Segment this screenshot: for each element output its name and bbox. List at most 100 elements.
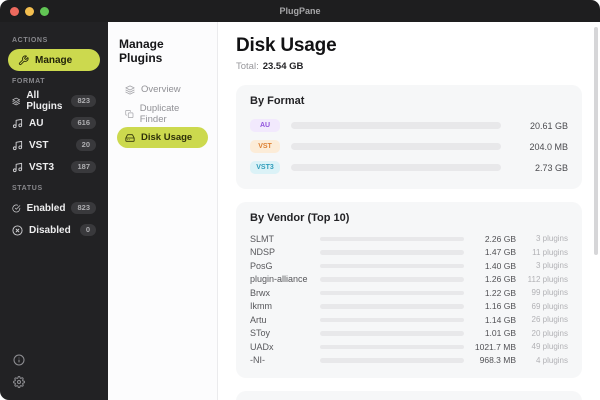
layers-icon [125,84,135,95]
sidebar-item-enabled[interactable]: Enabled 823 [8,197,100,219]
count-badge: 616 [71,117,96,129]
x-circle-icon [12,224,23,236]
vendor-size: 1.22 GB [484,287,516,298]
vendor-plugin-count: 99 plugins [531,288,568,298]
vendor-plugin-count: 112 plugins [527,274,568,284]
vendor-name: SLMT [250,233,275,244]
format-badge: VST [250,140,280,153]
subnav-item-label: Overview [141,84,181,95]
music-note-icon [12,140,23,151]
vendor-size: 2.26 GB [484,233,516,244]
manage-button[interactable]: Manage [8,49,100,71]
vendor-plugin-count: 20 plugins [531,328,568,338]
vendor-row: SToy 1.01 GB 20 plugins [250,327,568,341]
sidebar-item-vst[interactable]: VST 20 [8,134,100,156]
format-size: 204.0 MB [529,141,568,152]
vendor-size: 1.01 GB [484,328,516,339]
bar-track [320,250,464,255]
vendor-name: plugin-alliance [250,274,308,285]
page-title: Disk Usage [236,35,337,56]
sidebar-item-au[interactable]: AU 616 [8,112,100,134]
close-window-button[interactable] [10,6,19,16]
window-title: PlugPane [279,6,321,16]
subnav-item-duplicate-finder[interactable]: Duplicate Finder [117,102,208,125]
bar-track [320,290,464,295]
format-badge: AU [250,119,280,132]
by-vendor-heading: By Vendor (Top 10) [250,212,350,224]
bar-track [320,304,464,309]
vendor-row: UADx 1021.7 MB 49 plugins [250,340,568,354]
sidebar-item-label: VST3 [29,161,55,173]
count-badge: 0 [79,224,96,236]
count-badge: 20 [75,139,96,151]
app-window: PlugPane ACTIONS Manage FORMAT All Plugi… [0,0,600,400]
hard-drive-icon [125,133,135,143]
vendor-plugin-count: 26 plugins [531,315,568,325]
gear-icon[interactable] [13,376,25,388]
largest-plugins-card: Largest Plugins 1. AU Loki Bass SLMT 1.3… [236,391,582,400]
sidebar-item-disabled[interactable]: Disabled 0 [8,219,100,241]
vendor-size: 1021.7 MB [474,341,516,352]
sidebar-footer [8,354,100,388]
actions-section-header: ACTIONS [12,37,48,44]
bar-track [320,317,464,322]
vendor-name: NDSP [250,247,276,258]
vendor-plugin-count: 11 plugins [532,247,568,257]
vendor-size: 968.3 MB [479,355,516,366]
scrollbar-thumb[interactable] [594,27,598,255]
subnav-item-disk-usage[interactable]: Disk Usage [117,127,208,148]
total-value: 23.54 GB [262,61,304,72]
titlebar: PlugPane [0,0,600,22]
total-line: Total: 23.54 GB [236,61,582,72]
subnav-item-label: Disk Usage [141,132,193,143]
sidebar-item-label: VST [29,139,49,151]
bar-track [320,277,464,282]
vendor-name: UADx [250,341,274,352]
vendor-row: SLMT 2.26 GB 3 plugins [250,232,568,246]
vendor-row: plugin-alliance 1.26 GB 112 plugins [250,273,568,287]
format-size: 20.61 GB [529,120,568,131]
traffic-lights [10,0,49,22]
count-badge: 823 [71,95,96,107]
vendor-name: Ikmm [250,301,272,312]
vendor-size: 1.16 GB [484,301,516,312]
vendor-row: -NI- 968.3 MB 4 plugins [250,354,568,368]
wrench-icon [18,54,29,66]
vendor-row: NDSP 1.47 GB 11 plugins [250,246,568,260]
sidebar-item-all-plugins[interactable]: All Plugins 823 [8,90,100,112]
format-row-vst: VST 204.0 MB [250,136,568,157]
format-size: 2.73 GB [534,162,568,173]
count-badge: 187 [71,161,96,173]
vendor-row: Ikmm 1.16 GB 69 plugins [250,300,568,314]
by-format-heading: By Format [250,95,305,107]
sidebar-item-label: AU [29,117,44,129]
vendor-plugin-count: 69 plugins [531,301,568,311]
vendor-plugin-count: 3 plugins [535,261,568,271]
format-section-header: FORMAT [12,78,46,85]
vendor-size: 1.14 GB [484,314,516,325]
sidebar-item-label: Disabled [29,224,71,236]
vendor-name: Brwx [250,287,270,298]
sidebar: ACTIONS Manage FORMAT All Plugins 823 AU… [0,22,108,400]
bar-track [320,344,464,349]
minimize-window-button[interactable] [25,6,34,16]
subnav-panel: Manage Plugins Overview Duplicate Finder… [108,22,218,400]
sidebar-item-vst3[interactable]: VST3 187 [8,156,100,178]
subnav-item-overview[interactable]: Overview [117,79,208,100]
bar-track [320,263,464,268]
total-label: Total: [236,61,259,72]
vendor-row: PosG 1.40 GB 3 plugins [250,259,568,273]
sidebar-item-label: Enabled [26,202,66,214]
format-row-au: AU 20.61 GB [250,115,568,136]
zoom-window-button[interactable] [40,6,49,16]
subnav-item-label: Duplicate Finder [139,102,180,125]
format-badge: VST3 [250,161,280,174]
info-icon[interactable] [13,354,25,366]
bar-track [320,358,464,363]
status-section-header: STATUS [12,185,43,192]
vendor-plugin-count: 49 plugins [531,342,568,352]
vendor-name: SToy [250,328,271,339]
format-row-vst3: VST3 2.73 GB [250,157,568,178]
subnav-title: Manage Plugins [119,37,164,65]
bar-track [291,164,501,171]
